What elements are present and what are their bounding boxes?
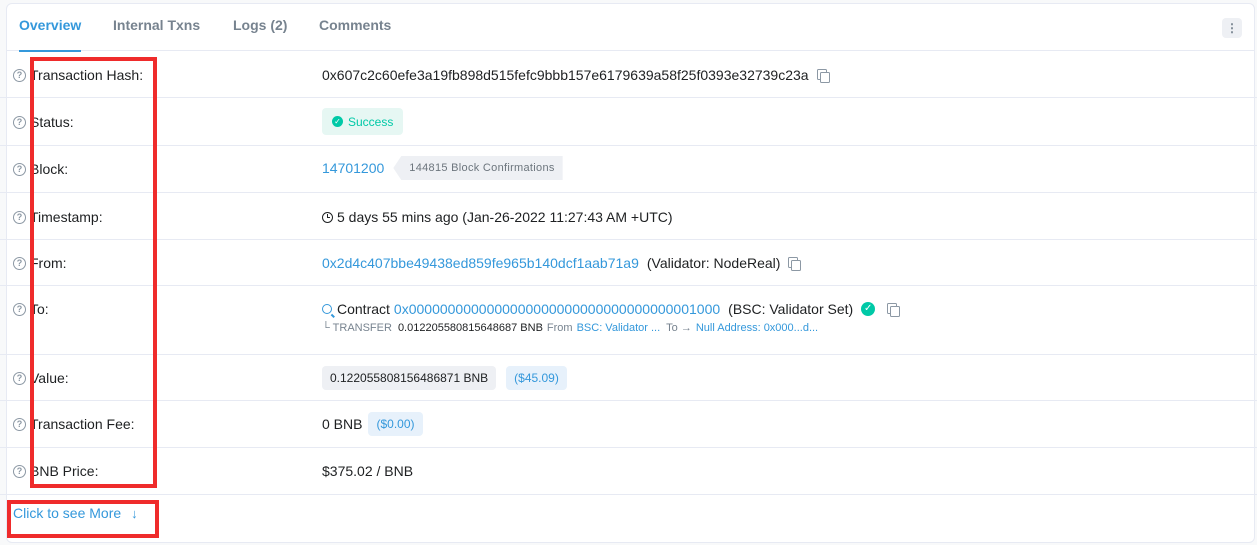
from-label: From: bbox=[30, 255, 67, 271]
help-icon[interactable]: ? bbox=[13, 417, 26, 431]
transfer-amount: 0.012205580815648687 BNB bbox=[397, 322, 543, 334]
help-icon[interactable]: ? bbox=[13, 464, 26, 478]
transaction-hash-value: 0x607c2c60efe3a19fb898d515fefc9bbb157e61… bbox=[322, 67, 809, 83]
zoom-icon bbox=[322, 304, 332, 314]
copy-icon[interactable] bbox=[887, 303, 901, 317]
row-to: ? To: Contract 0x0000000000000000000000000… bbox=[0, 286, 1257, 355]
value-amount: 0.122055808156486871 BNB bbox=[322, 366, 497, 390]
row-timestamp: ? Timestamp: 5 days 55 mins ago (Jan-26-2… bbox=[0, 193, 1257, 240]
clock-icon bbox=[322, 211, 333, 223]
copy-icon[interactable] bbox=[816, 69, 830, 83]
tab-overview[interactable]: Overview bbox=[19, 4, 82, 52]
to-tag: (BSC: Validator Set) bbox=[728, 301, 854, 317]
status-badge: ✓ Success bbox=[322, 108, 404, 135]
block-confirmations-badge: 144815 Block Confirmations bbox=[393, 156, 563, 180]
help-icon[interactable]: ? bbox=[13, 210, 26, 224]
value-label: Value: bbox=[30, 370, 69, 386]
row-block: ? Block: 14701200 144815 Block Confirmatio… bbox=[0, 146, 1257, 193]
arrow-down-icon: ↓ bbox=[131, 505, 138, 521]
value-usd: ($45.09) bbox=[506, 366, 567, 390]
timestamp-value: 5 days 55 mins ago (Jan-26-2022 11:27:43… bbox=[337, 209, 673, 225]
block-number-link[interactable]: 14701200 bbox=[322, 160, 384, 176]
transfer-to-link[interactable]: Null Address: 0x000...d... bbox=[696, 322, 818, 334]
internal-transfer-line: └ TRANSFER 0.012205580815648687 BNB From… bbox=[322, 322, 818, 334]
bnb-price-value: $375.02 / BNB bbox=[322, 463, 414, 479]
from-tag: (Validator: NodeReal) bbox=[646, 255, 781, 271]
status-value: Success bbox=[348, 114, 394, 129]
status-label: Status: bbox=[30, 114, 74, 130]
tab-logs[interactable]: Logs (2) bbox=[233, 4, 287, 51]
to-address-link[interactable]: 0x00000000000000000000000000000000000010… bbox=[394, 301, 720, 317]
bnb-price-label: BNB Price: bbox=[30, 463, 99, 479]
transfer-type: └ TRANSFER bbox=[322, 322, 392, 334]
fee-usd: ($0.00) bbox=[368, 412, 423, 436]
block-label: Block: bbox=[30, 161, 69, 177]
help-icon[interactable]: ? bbox=[13, 302, 26, 316]
tab-internal-txns[interactable]: Internal Txns bbox=[113, 4, 200, 51]
row-status: ? Status: ✓ Success bbox=[0, 98, 1257, 146]
help-icon[interactable]: ? bbox=[13, 115, 26, 129]
help-icon[interactable]: ? bbox=[13, 162, 26, 176]
transaction-fee-label: Transaction Fee: bbox=[30, 416, 135, 432]
transfer-from-label: From bbox=[546, 322, 573, 334]
contract-prefix: Contract bbox=[337, 301, 390, 317]
tab-bar: Overview Internal Txns Logs (2) Comments… bbox=[7, 4, 1254, 52]
transfer-to-label: To → bbox=[666, 322, 692, 334]
to-label: To: bbox=[30, 301, 49, 317]
see-more-label: Click to see More bbox=[13, 505, 122, 521]
more-options-button[interactable]: ⋮ bbox=[1222, 18, 1242, 38]
see-more-link[interactable]: Click to see More ↓ bbox=[13, 505, 138, 521]
row-from: ? From: 0x2d4c407bbe49438ed859fe965b140dc… bbox=[0, 240, 1257, 286]
check-circle-icon: ✓ bbox=[332, 116, 343, 127]
help-icon[interactable]: ? bbox=[13, 68, 26, 82]
row-transaction-fee: ? Transaction Fee: 0 BNB ($0.00) bbox=[0, 401, 1257, 448]
from-address-link[interactable]: 0x2d4c407bbe49438ed859fe965b140dcf1aab71… bbox=[322, 255, 639, 271]
row-value: ? Value: 0.122055808156486871 BNB ($45.09) bbox=[0, 355, 1257, 401]
help-icon[interactable]: ? bbox=[13, 256, 26, 270]
transaction-hash-label: Transaction Hash: bbox=[30, 67, 144, 83]
transfer-from-link[interactable]: BSC: Validator ... bbox=[577, 322, 661, 334]
verified-check-icon: ✓ bbox=[861, 302, 876, 316]
row-bnb-price: ? BNB Price: $375.02 / BNB bbox=[0, 448, 1257, 495]
help-icon[interactable]: ? bbox=[13, 371, 26, 385]
row-transaction-hash: ? Transaction Hash: 0x607c2c60efe3a19fb89… bbox=[0, 51, 1257, 98]
tab-comments[interactable]: Comments bbox=[319, 4, 391, 51]
copy-icon[interactable] bbox=[788, 257, 802, 271]
fee-amount: 0 BNB bbox=[322, 416, 363, 432]
timestamp-label: Timestamp: bbox=[30, 209, 103, 225]
